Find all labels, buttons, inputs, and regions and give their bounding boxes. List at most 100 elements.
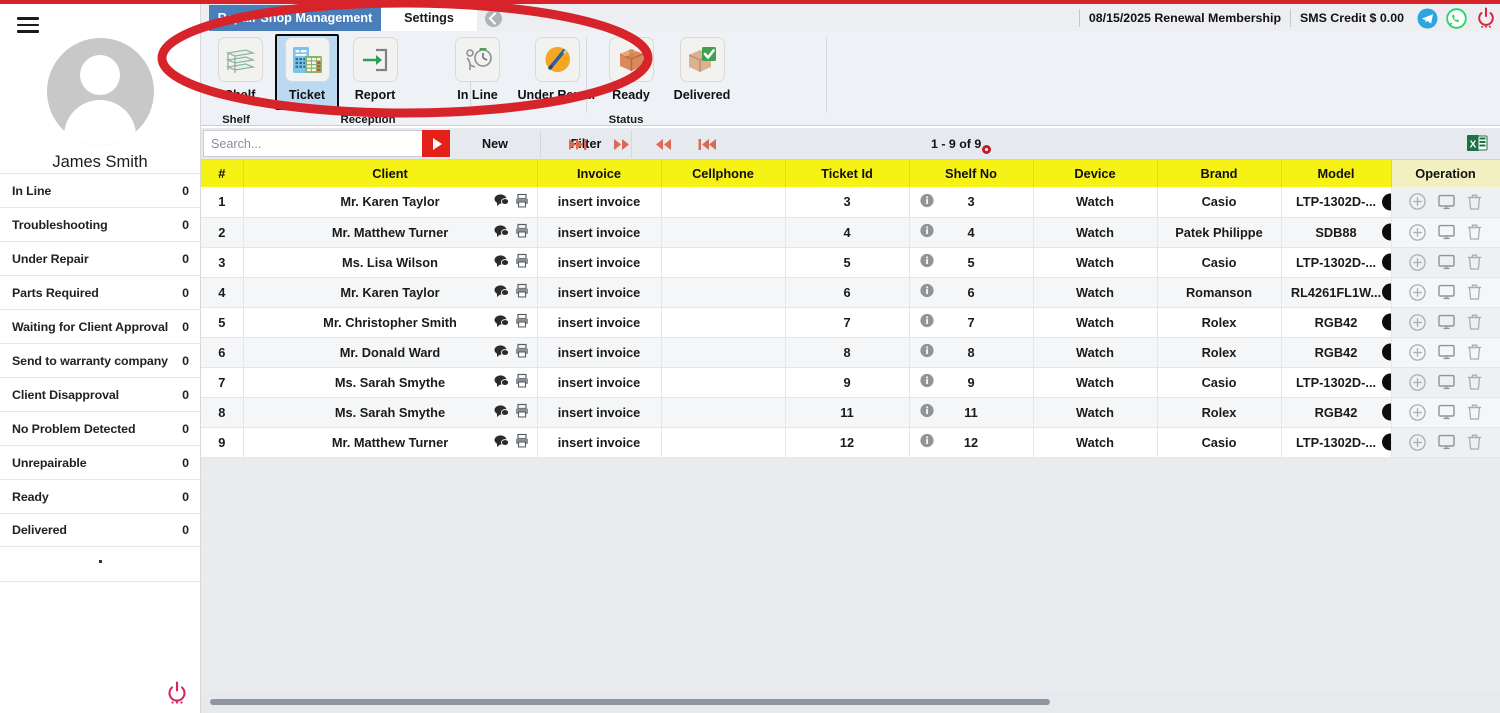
- cell-client[interactable]: Ms. Lisa Wilson: [243, 247, 538, 278]
- trash-icon[interactable]: [1467, 194, 1482, 210]
- cell-invoice[interactable]: insert invoice: [537, 367, 662, 398]
- excel-export-icon[interactable]: X: [1466, 132, 1488, 154]
- chat-bubble-icon[interactable]: [494, 224, 509, 240]
- table-row[interactable]: 4 Mr. Karen Taylor insert invoice 6 6 Watch Ro…: [201, 277, 1500, 308]
- cell-invoice[interactable]: insert invoice: [537, 217, 662, 248]
- search-input[interactable]: [203, 130, 425, 157]
- table-row[interactable]: 9 Mr. Matthew Turner insert invoice 12 12 Wat…: [201, 427, 1500, 458]
- hamburger-menu-icon[interactable]: [17, 17, 39, 34]
- printer-icon[interactable]: [515, 433, 529, 451]
- avatar[interactable]: [46, 38, 154, 145]
- add-circle-icon[interactable]: [1409, 223, 1426, 241]
- monitor-icon[interactable]: [1438, 284, 1455, 300]
- cell-cellphone[interactable]: [661, 307, 786, 338]
- cell-cellphone[interactable]: [661, 277, 786, 308]
- sidebar-item-in-line[interactable]: In Line 0: [0, 173, 201, 207]
- chat-bubble-icon[interactable]: [494, 254, 509, 270]
- ribbon-button-ticket[interactable]: Ticket: [275, 34, 339, 110]
- chat-bubble-icon[interactable]: [494, 314, 509, 330]
- col-header-client[interactable]: Client: [243, 160, 538, 187]
- ribbon-button-ready[interactable]: Ready: [600, 34, 662, 110]
- skip-to-first-button[interactable]: [682, 130, 730, 158]
- cell-client[interactable]: Ms. Sarah Smythe: [243, 367, 538, 398]
- cell-cellphone[interactable]: [661, 397, 786, 428]
- chat-bubble-icon[interactable]: [494, 434, 509, 450]
- trash-icon[interactable]: [1467, 404, 1482, 420]
- cell-cellphone[interactable]: [661, 247, 786, 278]
- col-header-shelf-no[interactable]: Shelf No: [909, 160, 1034, 187]
- trash-icon[interactable]: [1467, 374, 1482, 390]
- trash-icon[interactable]: [1467, 434, 1482, 450]
- col-header-number[interactable]: #: [201, 160, 244, 187]
- cell-cellphone[interactable]: [661, 187, 786, 218]
- info-icon[interactable]: [919, 253, 934, 271]
- cell-client[interactable]: Mr. Matthew Turner: [243, 427, 538, 458]
- chat-bubble-icon[interactable]: [494, 284, 509, 300]
- ribbon-button-report[interactable]: Report: [339, 34, 411, 110]
- sidebar-item-ready[interactable]: Ready 0: [0, 479, 201, 513]
- new-button[interactable]: New: [450, 130, 541, 158]
- cell-invoice[interactable]: insert invoice: [537, 307, 662, 338]
- next-page-button[interactable]: [598, 130, 646, 158]
- trash-icon[interactable]: [1467, 314, 1482, 330]
- col-header-cellphone[interactable]: Cellphone: [661, 160, 786, 187]
- sidebar-item-waiting-for-client-approval[interactable]: Waiting for Client Approval 0: [0, 309, 201, 343]
- ribbon-button-shelf[interactable]: Shelf: [205, 34, 275, 110]
- col-header-model[interactable]: Model: [1281, 160, 1392, 187]
- ribbon-button-delivered[interactable]: Delivered: [662, 34, 742, 110]
- cell-cellphone[interactable]: [661, 337, 786, 368]
- chat-bubble-icon[interactable]: [494, 344, 509, 360]
- info-icon[interactable]: [919, 283, 934, 301]
- add-circle-icon[interactable]: [1409, 313, 1426, 331]
- cell-client[interactable]: Mr. Karen Taylor: [243, 187, 538, 218]
- ribbon-button-under-repair[interactable]: Under Repair: [514, 34, 600, 110]
- info-icon[interactable]: [919, 193, 934, 210]
- add-circle-icon[interactable]: [1409, 253, 1426, 271]
- add-circle-icon[interactable]: [1409, 403, 1426, 421]
- table-row[interactable]: 2 Mr. Matthew Turner insert invoice 4 4 Watch…: [201, 217, 1500, 248]
- cell-cellphone[interactable]: [661, 367, 786, 398]
- printer-icon[interactable]: [515, 223, 529, 241]
- add-circle-icon[interactable]: [1409, 193, 1426, 210]
- add-circle-icon[interactable]: [1409, 343, 1426, 361]
- trash-icon[interactable]: [1467, 344, 1482, 360]
- monitor-icon[interactable]: [1438, 314, 1455, 330]
- cell-invoice[interactable]: insert invoice: [537, 247, 662, 278]
- cell-invoice[interactable]: insert invoice: [537, 337, 662, 368]
- cell-invoice[interactable]: insert invoice: [537, 427, 662, 458]
- telegram-icon[interactable]: [1416, 7, 1439, 30]
- sidebar-item-client-disapproval[interactable]: Client Disapproval 0: [0, 377, 201, 411]
- logout-power-icon[interactable]: [1474, 7, 1497, 30]
- cell-invoice[interactable]: insert invoice: [537, 397, 662, 428]
- add-tab-icon[interactable]: [485, 10, 502, 27]
- monitor-icon[interactable]: [1438, 194, 1455, 210]
- printer-icon[interactable]: [515, 403, 529, 421]
- printer-icon[interactable]: [515, 283, 529, 301]
- chat-bubble-icon[interactable]: [494, 374, 509, 390]
- monitor-icon[interactable]: [1438, 434, 1455, 450]
- sidebar-item-send-to-warranty-company[interactable]: Send to warranty company 0: [0, 343, 201, 377]
- previous-page-button[interactable]: [640, 130, 688, 158]
- monitor-icon[interactable]: [1438, 344, 1455, 360]
- cell-client[interactable]: Mr. Donald Ward: [243, 337, 538, 368]
- col-header-device[interactable]: Device: [1033, 160, 1158, 187]
- monitor-icon[interactable]: [1438, 254, 1455, 270]
- info-icon[interactable]: [919, 223, 934, 241]
- ribbon-button-in-line[interactable]: In Line: [441, 34, 514, 110]
- printer-icon[interactable]: [515, 373, 529, 391]
- trash-icon[interactable]: [1467, 254, 1482, 270]
- monitor-icon[interactable]: [1438, 374, 1455, 390]
- info-icon[interactable]: [919, 403, 934, 421]
- table-row[interactable]: 7 Ms. Sarah Smythe insert invoice 9 9 Watch Ca…: [201, 367, 1500, 398]
- cell-cellphone[interactable]: [661, 427, 786, 458]
- cell-client[interactable]: Ms. Sarah Smythe: [243, 397, 538, 428]
- whatsapp-icon[interactable]: [1445, 7, 1468, 30]
- table-row[interactable]: 8 Ms. Sarah Smythe insert invoice 11 11 Watch…: [201, 397, 1500, 428]
- power-off-icon[interactable]: [166, 681, 188, 705]
- col-header-brand[interactable]: Brand: [1157, 160, 1282, 187]
- monitor-icon[interactable]: [1438, 224, 1455, 240]
- trash-icon[interactable]: [1467, 284, 1482, 300]
- table-row[interactable]: 5 Mr. Christopher Smith insert invoice 7 7 Wa…: [201, 307, 1500, 338]
- tab-repair-shop-management[interactable]: Repair Shop Management: [209, 5, 381, 31]
- horizontal-scrollbar[interactable]: [201, 690, 1500, 713]
